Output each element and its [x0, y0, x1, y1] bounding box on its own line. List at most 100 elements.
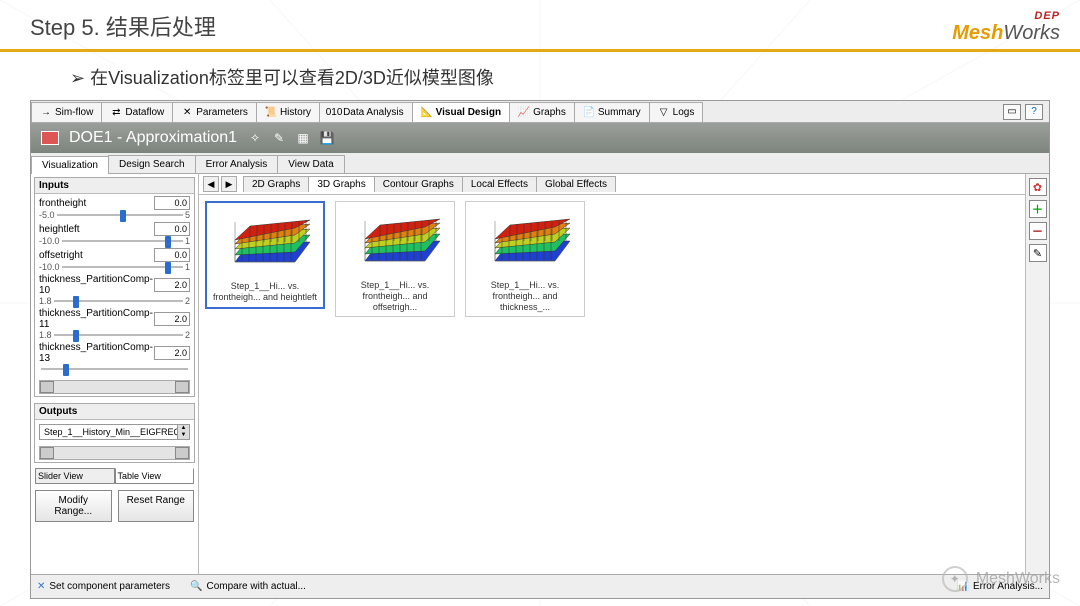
input-value-field[interactable] [154, 222, 190, 236]
input-name: thickness_PartitionComp-13 [39, 342, 154, 364]
output-select[interactable]: Step_1__History_Min__EIGFREQ ▲▼ [39, 424, 190, 440]
save-icon[interactable]: 💾 [319, 131, 335, 145]
surface-plot-icon [215, 207, 315, 277]
compare-icon: 🔍 [190, 581, 202, 592]
input-slider[interactable] [62, 262, 183, 272]
top-tab-logs[interactable]: ▽Logs [649, 102, 704, 122]
window-tool-icon[interactable]: ▭ [1003, 104, 1021, 120]
input-name: thickness_PartitionComp-11 [39, 308, 154, 330]
surface-plot-icon [345, 206, 445, 276]
slider-view-button[interactable]: Slider View [35, 468, 115, 484]
top-tab-history[interactable]: 📜History [256, 102, 320, 122]
sub-tab-view-data[interactable]: View Data [277, 155, 344, 173]
tab-icon: → [40, 106, 52, 118]
input-name: frontheight [39, 198, 86, 209]
input-name: heightleft [39, 224, 80, 235]
tool-icon-2[interactable]: ✎ [271, 131, 287, 145]
tab-icon: ✕ [181, 106, 193, 118]
remove-icon[interactable]: － [1029, 222, 1047, 240]
left-panel: Inputs frontheight -5.0 5 heightleft -10… [31, 174, 199, 574]
input-slider[interactable] [41, 364, 188, 374]
watermark: ✦ MeshWorks [942, 566, 1060, 592]
tab-label: Data Analysis [343, 107, 404, 118]
tab-icon: ⇄ [110, 106, 122, 118]
tab-label: Parameters [196, 107, 248, 118]
input-name: offsetright [39, 250, 83, 261]
input-slider[interactable] [54, 330, 183, 340]
brand-logo: DEP MeshWorks [952, 10, 1060, 45]
input-row-heightleft: heightleft -10.0 1 [39, 222, 190, 246]
input-max: 1 [185, 236, 190, 246]
top-tab-sim-flow[interactable]: →Sim-flow [31, 102, 102, 122]
titlebar-text: DOE1 - Approximation1 [69, 129, 237, 147]
inputs-hscroll[interactable] [39, 380, 190, 394]
top-tab-dataflow[interactable]: ⇄Dataflow [101, 102, 173, 122]
app-window: →Sim-flow⇄Dataflow✕Parameters📜History010… [30, 100, 1050, 599]
thumb-label: Step_1__Hi... vs.frontheigh... and offse… [340, 280, 450, 312]
graph-thumbnail[interactable]: Step_1__Hi... vs.frontheigh... and offse… [335, 201, 455, 317]
input-max: 2 [185, 330, 190, 340]
wand-icon[interactable]: ✧ [247, 131, 263, 145]
compare-actual-button[interactable]: 🔍 Compare with actual... [190, 581, 306, 592]
tab-label: History [280, 107, 311, 118]
input-min: -10.0 [39, 236, 60, 246]
input-value-field[interactable] [154, 196, 190, 210]
tab-icon: 📈 [518, 106, 530, 118]
input-value-field[interactable] [154, 278, 190, 292]
edit-tool-icon[interactable]: ✎ [1029, 244, 1047, 262]
table-view-button[interactable]: Table View [115, 468, 195, 484]
top-tab-visual-design[interactable]: 📐Visual Design [412, 102, 510, 122]
top-tab-graphs[interactable]: 📈Graphs [509, 102, 575, 122]
doe-icon [41, 131, 59, 145]
tab-label: Dataflow [125, 107, 164, 118]
divider [0, 49, 1080, 52]
outputs-title: Outputs [35, 404, 194, 420]
input-max: 2 [185, 296, 190, 306]
input-value-field[interactable] [154, 346, 190, 360]
top-tab-summary[interactable]: 📄Summary [574, 102, 650, 122]
sub-tab-visualization[interactable]: Visualization [31, 156, 109, 174]
modify-range-button[interactable]: Modify Range... [35, 490, 112, 522]
input-min: 1.8 [39, 330, 52, 340]
graph-tab-global-effects[interactable]: Global Effects [536, 176, 616, 192]
tab-icon: 📜 [265, 106, 277, 118]
graph-tab-2d-graphs[interactable]: 2D Graphs [243, 176, 309, 192]
graph-thumbnail[interactable]: Step_1__Hi... vs.frontheigh... and heigh… [205, 201, 325, 309]
input-slider[interactable] [57, 210, 183, 220]
settings-icon[interactable]: ✿ [1029, 178, 1047, 196]
nav-fwd-icon[interactable]: ▶ [221, 176, 237, 192]
input-max: 1 [185, 262, 190, 272]
tab-label: Logs [673, 107, 695, 118]
tab-label: Sim-flow [55, 107, 93, 118]
sub-tab-error-analysis[interactable]: Error Analysis [195, 155, 279, 173]
graph-tab-local-effects[interactable]: Local Effects [462, 176, 537, 192]
input-row-thickness_PartitionComp-10: thickness_PartitionComp-10 1.8 2 [39, 274, 190, 306]
graph-tab-3d-graphs[interactable]: 3D Graphs [308, 176, 374, 192]
tab-label: Summary [598, 107, 641, 118]
input-slider[interactable] [62, 236, 183, 246]
step-title: Step 5. 结果后处理 [30, 10, 216, 42]
input-value-field[interactable] [154, 248, 190, 262]
help-icon[interactable]: ? [1025, 104, 1043, 120]
top-tab-data-analysis[interactable]: 010Data Analysis [319, 102, 413, 122]
outputs-hscroll[interactable] [39, 446, 190, 460]
nav-back-icon[interactable]: ◀ [203, 176, 219, 192]
sub-tab-design-search[interactable]: Design Search [108, 155, 196, 173]
tab-icon: 📐 [421, 106, 433, 118]
input-max: 5 [185, 210, 190, 220]
input-row-thickness_PartitionComp-11: thickness_PartitionComp-11 1.8 2 [39, 308, 190, 340]
right-toolbar: ✿ ＋ － ✎ [1025, 174, 1049, 574]
tab-icon: 010 [328, 106, 340, 118]
tab-icon: ▽ [658, 106, 670, 118]
table-icon[interactable]: ▦ [295, 131, 311, 145]
top-tab-parameters[interactable]: ✕Parameters [172, 102, 257, 122]
graph-thumbnail[interactable]: Step_1__Hi... vs.frontheigh... and thick… [465, 201, 585, 317]
reset-range-button[interactable]: Reset Range [118, 490, 195, 522]
input-slider[interactable] [54, 296, 183, 306]
graph-tab-contour-graphs[interactable]: Contour Graphs [374, 176, 463, 192]
wechat-icon: ✦ [942, 566, 968, 592]
add-icon[interactable]: ＋ [1029, 200, 1047, 218]
set-component-params-button[interactable]: ✕ Set component parameters [37, 581, 170, 592]
input-row-offsetright: offsetright -10.0 1 [39, 248, 190, 272]
input-value-field[interactable] [154, 312, 190, 326]
